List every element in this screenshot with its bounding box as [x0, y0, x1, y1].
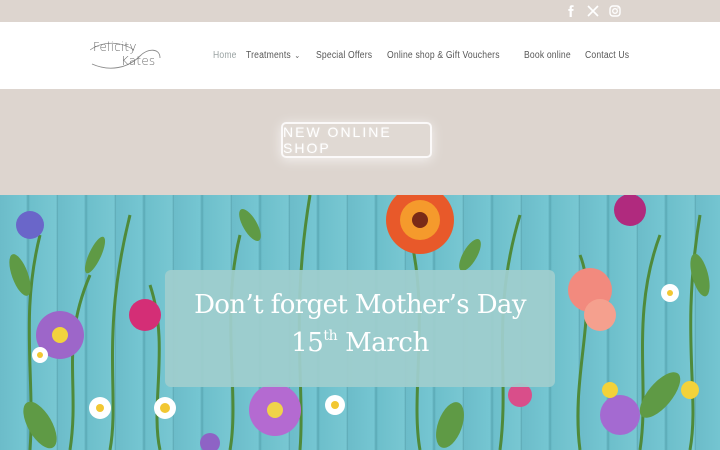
- nav-special-offers[interactable]: Special Offers: [316, 50, 372, 61]
- social-links: [564, 4, 622, 18]
- nav-contact-us[interactable]: Contact Us: [585, 50, 629, 61]
- site-header: Felicity Kates Home Treatments ⌄ Special …: [0, 22, 720, 89]
- hero-headline: Don’t forget Mother’s Day: [194, 290, 526, 320]
- nav-treatments[interactable]: Treatments ⌄: [246, 50, 300, 61]
- nav-book-online[interactable]: Book online: [524, 50, 571, 61]
- mothers-day-card: Don’t forget Mother’s Day 15th March: [165, 270, 555, 387]
- logo-text-line2: Kates: [121, 54, 156, 68]
- main-nav: Home Treatments ⌄ Special Offers Online s…: [213, 50, 630, 61]
- hero-banner: Don’t forget Mother’s Day 15th March: [0, 195, 720, 450]
- hero-date: 15th March: [291, 328, 429, 358]
- chevron-down-icon: ⌄: [294, 51, 301, 60]
- facebook-icon[interactable]: [564, 4, 578, 18]
- x-twitter-icon[interactable]: [586, 4, 600, 18]
- nav-online-shop[interactable]: Online shop & Gift Vouchers: [387, 50, 500, 61]
- instagram-icon[interactable]: [608, 4, 622, 18]
- nav-home[interactable]: Home: [213, 50, 237, 61]
- promo-section: NEW ONLINE SHOP: [0, 89, 720, 195]
- logo-text-line1: Felicity: [93, 40, 137, 54]
- top-bar: [0, 0, 720, 22]
- site-logo[interactable]: Felicity Kates: [90, 38, 162, 72]
- new-online-shop-button[interactable]: NEW ONLINE SHOP: [281, 122, 432, 158]
